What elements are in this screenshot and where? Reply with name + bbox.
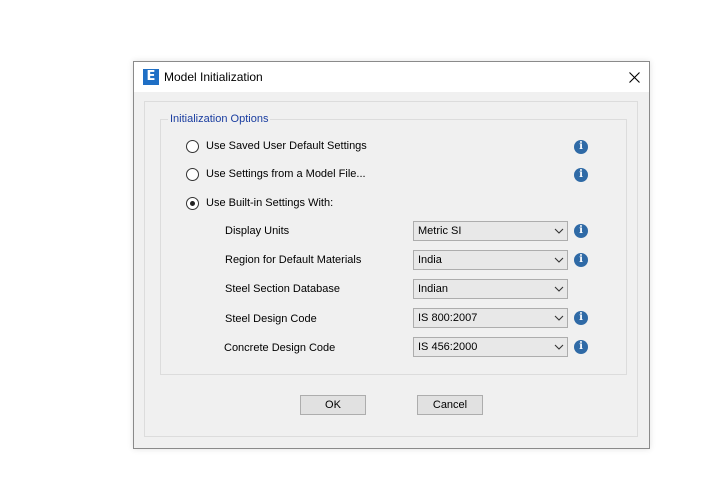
select-value: India [418,254,442,266]
concrete-design-code-select[interactable]: IS 456:2000 [413,337,568,357]
title-bar: E Model Initialization [134,62,649,92]
dialog-content: Initialization Options Use Saved User De… [144,101,638,437]
display-units-select[interactable]: Metric SI [413,221,568,241]
initialization-options-group: Initialization Options Use Saved User De… [160,112,627,375]
model-initialization-dialog: E Model Initialization Initialization Op… [133,61,650,449]
select-value: IS 456:2000 [418,341,478,353]
display-units-label: Display Units [225,225,290,237]
info-icon[interactable]: i [574,140,588,154]
cancel-button[interactable]: Cancel [417,395,483,415]
radio-button[interactable] [186,139,199,153]
select-value: Metric SI [418,225,462,237]
radio-button[interactable] [186,167,199,181]
info-icon[interactable]: i [574,311,588,325]
radio-built-in-settings[interactable]: Use Built-in Settings With: [186,195,333,211]
dialog-title: Model Initialization [164,70,263,84]
region-materials-select[interactable]: India [413,250,568,270]
radio-label: Use Built-in Settings With: [206,197,334,209]
group-legend: Initialization Options [168,112,271,126]
steel-section-database-label: Steel Section Database [225,283,340,295]
app-icon: E [143,69,159,85]
close-button[interactable] [619,62,649,92]
chevron-down-icon [554,257,564,263]
chevron-down-icon [554,315,564,321]
radio-button[interactable] [186,196,199,210]
radio-label: Use Settings from a Model File... [206,168,366,180]
select-value: Indian [418,283,448,295]
radio-label: Use Saved User Default Settings [206,140,367,152]
chevron-down-icon [554,286,564,292]
steel-design-code-label: Steel Design Code [225,313,317,325]
radio-model-file[interactable]: Use Settings from a Model File... [186,166,366,182]
region-materials-label: Region for Default Materials [225,254,362,266]
ok-button[interactable]: OK [300,395,366,415]
chevron-down-icon [554,344,564,350]
steel-design-code-select[interactable]: IS 800:2007 [413,308,568,328]
radio-saved-user-defaults[interactable]: Use Saved User Default Settings [186,138,367,154]
info-icon[interactable]: i [574,168,588,182]
info-icon[interactable]: i [574,253,588,267]
info-icon[interactable]: i [574,224,588,238]
concrete-design-code-label: Concrete Design Code [224,342,336,354]
chevron-down-icon [554,228,564,234]
steel-section-database-select[interactable]: Indian [413,279,568,299]
info-icon[interactable]: i [574,340,588,354]
close-icon [628,71,640,83]
select-value: IS 800:2007 [418,312,478,324]
